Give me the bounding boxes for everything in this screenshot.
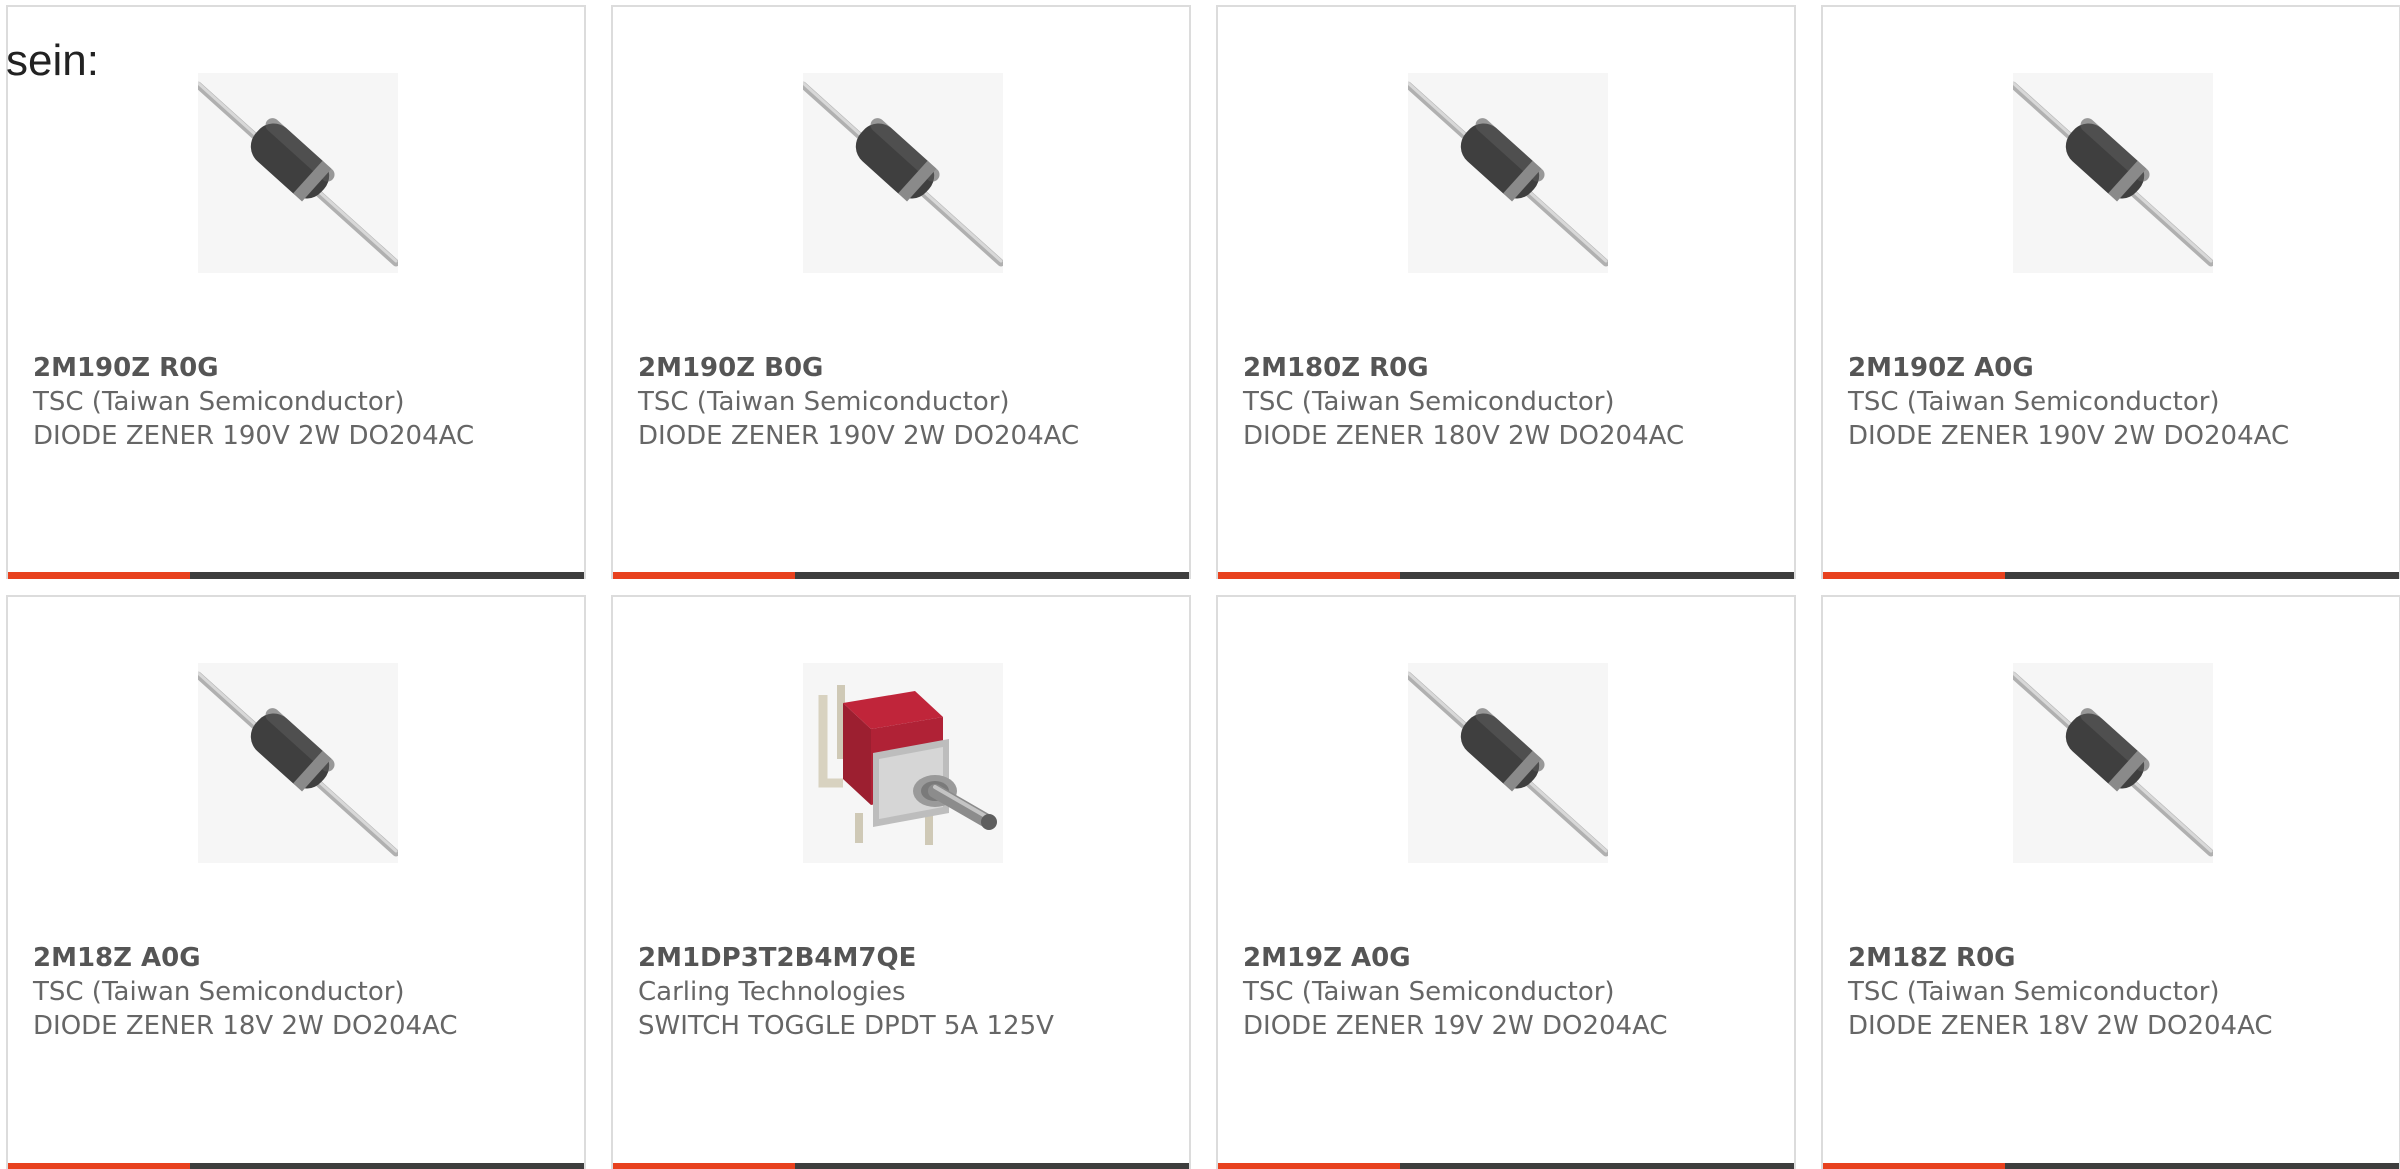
card-accent-bar (8, 572, 584, 579)
manufacturer-name: TSC (Taiwan Semiconductor) (1243, 387, 1615, 417)
card-accent-bar (1218, 572, 1794, 579)
card-accent-bar (613, 572, 1189, 579)
product-description: DIODE ZENER 18V 2W DO204AC (33, 1011, 458, 1041)
product-info: 2M190Z R0G TSC (Taiwan Semiconductor) DI… (33, 351, 564, 453)
product-card[interactable]: 2M18Z R0G TSC (Taiwan Semiconductor) DIO… (1821, 595, 2400, 1169)
card-accent-bar (1823, 572, 2399, 579)
card-accent-fill (1218, 1163, 1400, 1169)
product-description: DIODE ZENER 180V 2W DO204AC (1243, 421, 1685, 451)
product-card[interactable]: 2M190Z A0G TSC (Taiwan Semiconductor) DI… (1821, 5, 2400, 579)
card-accent-bar (8, 1163, 584, 1169)
product-info: 2M18Z A0G TSC (Taiwan Semiconductor) DIO… (33, 941, 564, 1043)
product-card[interactable]: 2M1DP3T2B4M7QE Carling Technologies SWIT… (611, 595, 1191, 1169)
toggle-switch-image[interactable] (803, 663, 1003, 863)
product-description: DIODE ZENER 190V 2W DO204AC (33, 421, 475, 451)
card-accent-fill (1218, 572, 1400, 579)
manufacturer-name: TSC (Taiwan Semiconductor) (33, 977, 405, 1007)
product-description: DIODE ZENER 190V 2W DO204AC (1848, 421, 2290, 451)
part-number-link[interactable]: 2M1DP3T2B4M7QE (638, 941, 1169, 975)
product-info: 2M190Z A0G TSC (Taiwan Semiconductor) DI… (1848, 351, 2379, 453)
card-accent-bar (613, 1163, 1189, 1169)
card-accent-fill (8, 1163, 190, 1169)
part-number-link[interactable]: 2M190Z A0G (1848, 351, 2379, 385)
manufacturer-name: TSC (Taiwan Semiconductor) (638, 387, 1010, 417)
part-number-link[interactable]: 2M19Z A0G (1243, 941, 1774, 975)
product-description: DIODE ZENER 19V 2W DO204AC (1243, 1011, 1668, 1041)
axial-diode-image[interactable] (2013, 663, 2213, 863)
part-number-link[interactable]: 2M18Z A0G (33, 941, 564, 975)
axial-diode-image[interactable] (1408, 663, 1608, 863)
product-info: 2M18Z R0G TSC (Taiwan Semiconductor) DIO… (1848, 941, 2379, 1043)
card-accent-bar (1823, 1163, 2399, 1169)
product-description: DIODE ZENER 18V 2W DO204AC (1848, 1011, 2273, 1041)
part-number-link[interactable]: 2M190Z B0G (638, 351, 1169, 385)
manufacturer-name: TSC (Taiwan Semiconductor) (1848, 387, 2220, 417)
axial-diode-image[interactable] (1408, 73, 1608, 273)
axial-diode-image[interactable] (198, 73, 398, 273)
product-card[interactable]: 2M19Z A0G TSC (Taiwan Semiconductor) DIO… (1216, 595, 1796, 1169)
card-accent-fill (1823, 1163, 2005, 1169)
part-number-link[interactable]: 2M190Z R0G (33, 351, 564, 385)
product-grid: 2M190Z R0G TSC (Taiwan Semiconductor) DI… (6, 5, 2400, 1169)
product-card[interactable]: 2M18Z A0G TSC (Taiwan Semiconductor) DIO… (6, 595, 586, 1169)
manufacturer-name: TSC (Taiwan Semiconductor) (1848, 977, 2220, 1007)
axial-diode-image[interactable] (2013, 73, 2213, 273)
manufacturer-name: TSC (Taiwan Semiconductor) (33, 387, 405, 417)
product-card[interactable]: 2M190Z R0G TSC (Taiwan Semiconductor) DI… (6, 5, 586, 579)
card-accent-bar (1218, 1163, 1794, 1169)
product-info: 2M1DP3T2B4M7QE Carling Technologies SWIT… (638, 941, 1169, 1043)
manufacturer-name: TSC (Taiwan Semiconductor) (1243, 977, 1615, 1007)
card-accent-fill (1823, 572, 2005, 579)
product-info: 2M180Z R0G TSC (Taiwan Semiconductor) DI… (1243, 351, 1774, 453)
card-accent-fill (613, 1163, 795, 1169)
product-card[interactable]: 2M190Z B0G TSC (Taiwan Semiconductor) DI… (611, 5, 1191, 579)
axial-diode-image[interactable] (803, 73, 1003, 273)
manufacturer-name: Carling Technologies (638, 977, 906, 1007)
card-accent-fill (8, 572, 190, 579)
product-card[interactable]: 2M180Z R0G TSC (Taiwan Semiconductor) DI… (1216, 5, 1796, 579)
part-number-link[interactable]: 2M180Z R0G (1243, 351, 1774, 385)
product-info: 2M190Z B0G TSC (Taiwan Semiconductor) DI… (638, 351, 1169, 453)
card-accent-fill (613, 572, 795, 579)
axial-diode-image[interactable] (198, 663, 398, 863)
product-description: DIODE ZENER 190V 2W DO204AC (638, 421, 1080, 451)
part-number-link[interactable]: 2M18Z R0G (1848, 941, 2379, 975)
product-info: 2M19Z A0G TSC (Taiwan Semiconductor) DIO… (1243, 941, 1774, 1043)
product-description: SWITCH TOGGLE DPDT 5A 125V (638, 1011, 1054, 1041)
intro-text: sein: (6, 36, 99, 85)
